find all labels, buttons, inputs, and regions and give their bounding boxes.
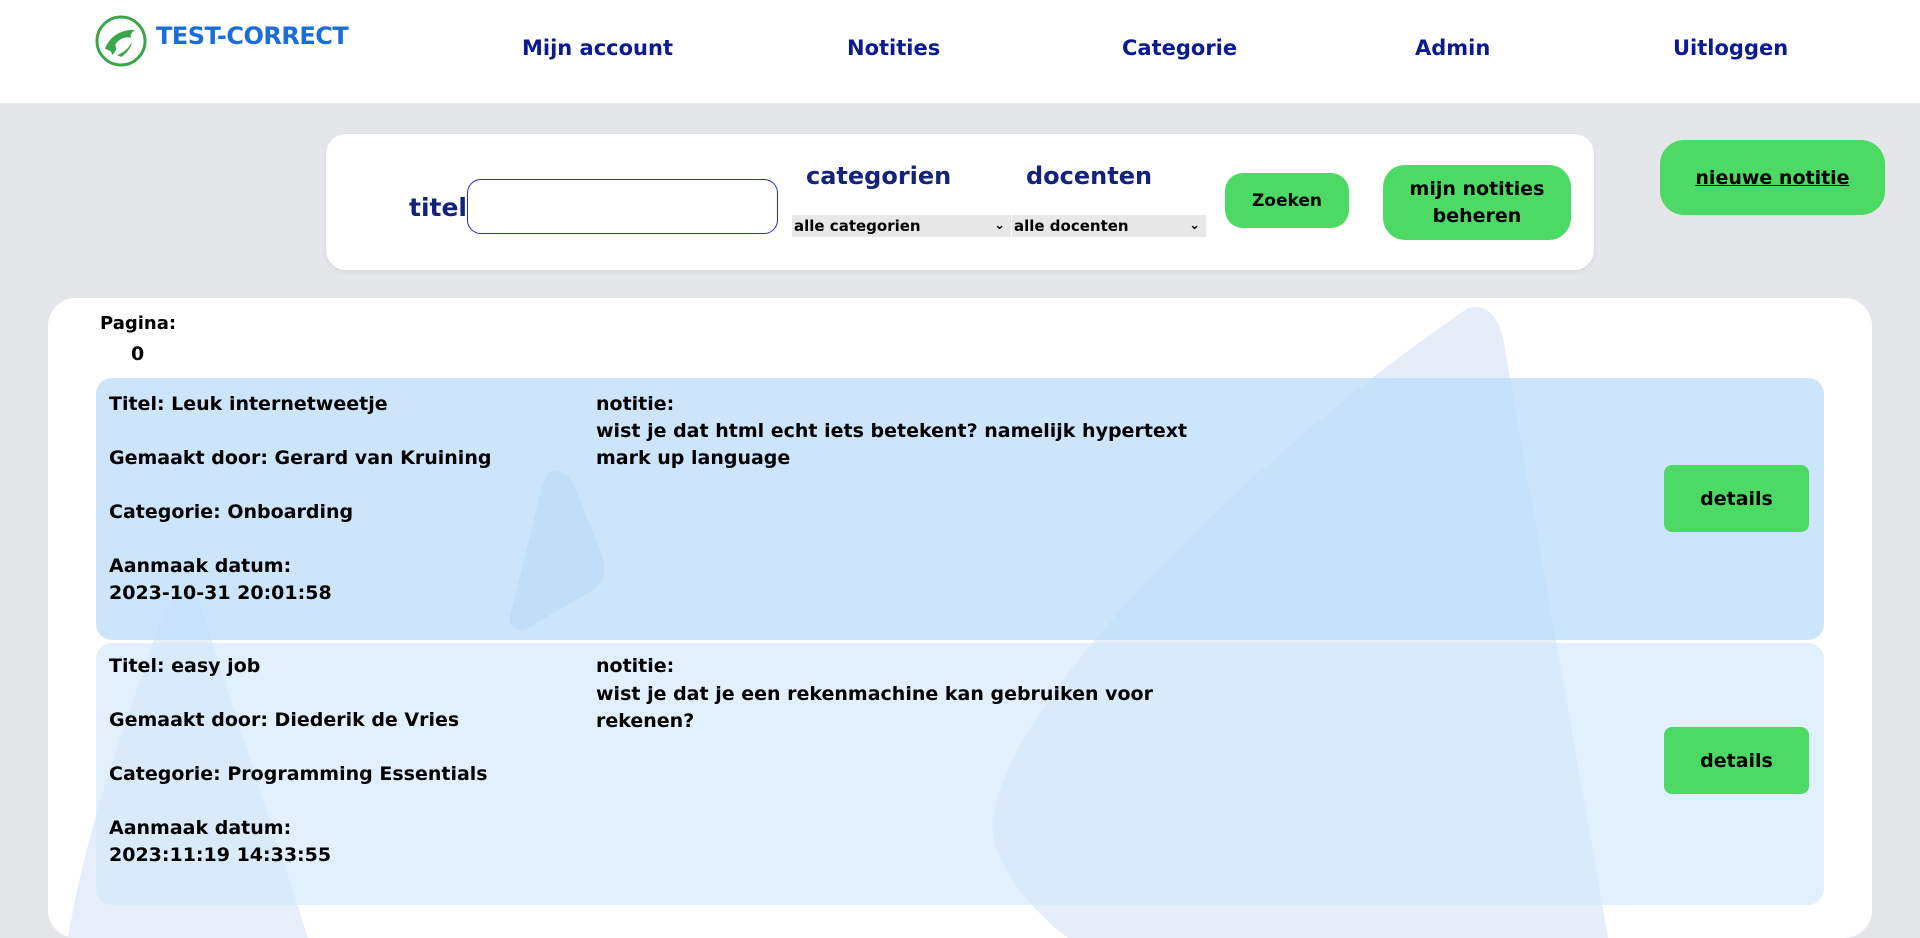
mijn-notities-label-line1: mijn notities [1409, 177, 1545, 200]
categorien-selected-value: alle categorien [794, 217, 921, 235]
details-button[interactable]: details [1664, 727, 1809, 794]
titel-label: titel [409, 193, 467, 222]
categorien-select[interactable]: alle categorien ⌄ [792, 215, 1011, 237]
pagina-label: Pagina: [100, 313, 177, 334]
note-notitie-label: notitie: [596, 393, 675, 415]
note-titel: Titel: Leuk internetweetje [109, 393, 388, 415]
brand-logo[interactable]: TEST-CORRECT [95, 15, 349, 67]
chevron-down-icon: ⌄ [994, 218, 1005, 233]
nav-mijn-account[interactable]: Mijn account [522, 36, 673, 60]
zoeken-button[interactable]: Zoeken [1225, 173, 1349, 228]
mijn-notities-label-line2: beheren [1432, 204, 1522, 227]
titel-search-input[interactable] [467, 179, 778, 234]
brand-name: TEST-CORRECT [156, 22, 349, 50]
note-text: wist je dat je een rekenmachine kan gebr… [596, 683, 1153, 732]
details-button[interactable]: details [1664, 465, 1809, 532]
note-text: wist je dat html echt iets betekent? nam… [596, 420, 1188, 469]
nav-uitloggen[interactable]: Uitloggen [1673, 36, 1788, 60]
docenten-selected-value: alle docenten [1014, 217, 1129, 235]
note-author: Gemaakt door: Gerard van Kruining [109, 447, 492, 469]
note-notitie-label: notitie: [596, 655, 675, 677]
chevron-down-icon: ⌄ [1189, 218, 1200, 233]
note-author: Gemaakt door: Diederik de Vries [109, 709, 460, 731]
note-categorie: Categorie: Programming Essentials [109, 763, 488, 785]
nav-categorie[interactable]: Categorie [1122, 36, 1237, 60]
nav-notities[interactable]: Notities [847, 36, 940, 60]
note-categorie: Categorie: Onboarding [109, 501, 354, 523]
docenten-select[interactable]: alle docenten ⌄ [1012, 215, 1206, 237]
page-number[interactable]: 0 [131, 343, 144, 365]
dolphin-logo-icon [95, 15, 147, 67]
docenten-label: docenten [1026, 162, 1153, 190]
note-date: 2023:11:19 14:33:55 [109, 844, 332, 866]
note-date: 2023-10-31 20:01:58 [109, 582, 332, 604]
categorien-label: categorien [806, 162, 952, 190]
nieuwe-notitie-button[interactable]: nieuwe notitie [1660, 140, 1885, 215]
top-header: TEST-CORRECT Mijn account Notities Categ… [0, 0, 1920, 103]
nav-admin[interactable]: Admin [1415, 36, 1490, 60]
note-date-label: Aanmaak datum: [109, 555, 292, 577]
mijn-notities-beheren-button[interactable]: mijn notities beheren [1383, 165, 1571, 240]
note-date-label: Aanmaak datum: [109, 817, 292, 839]
note-titel: Titel: easy job [109, 655, 261, 677]
